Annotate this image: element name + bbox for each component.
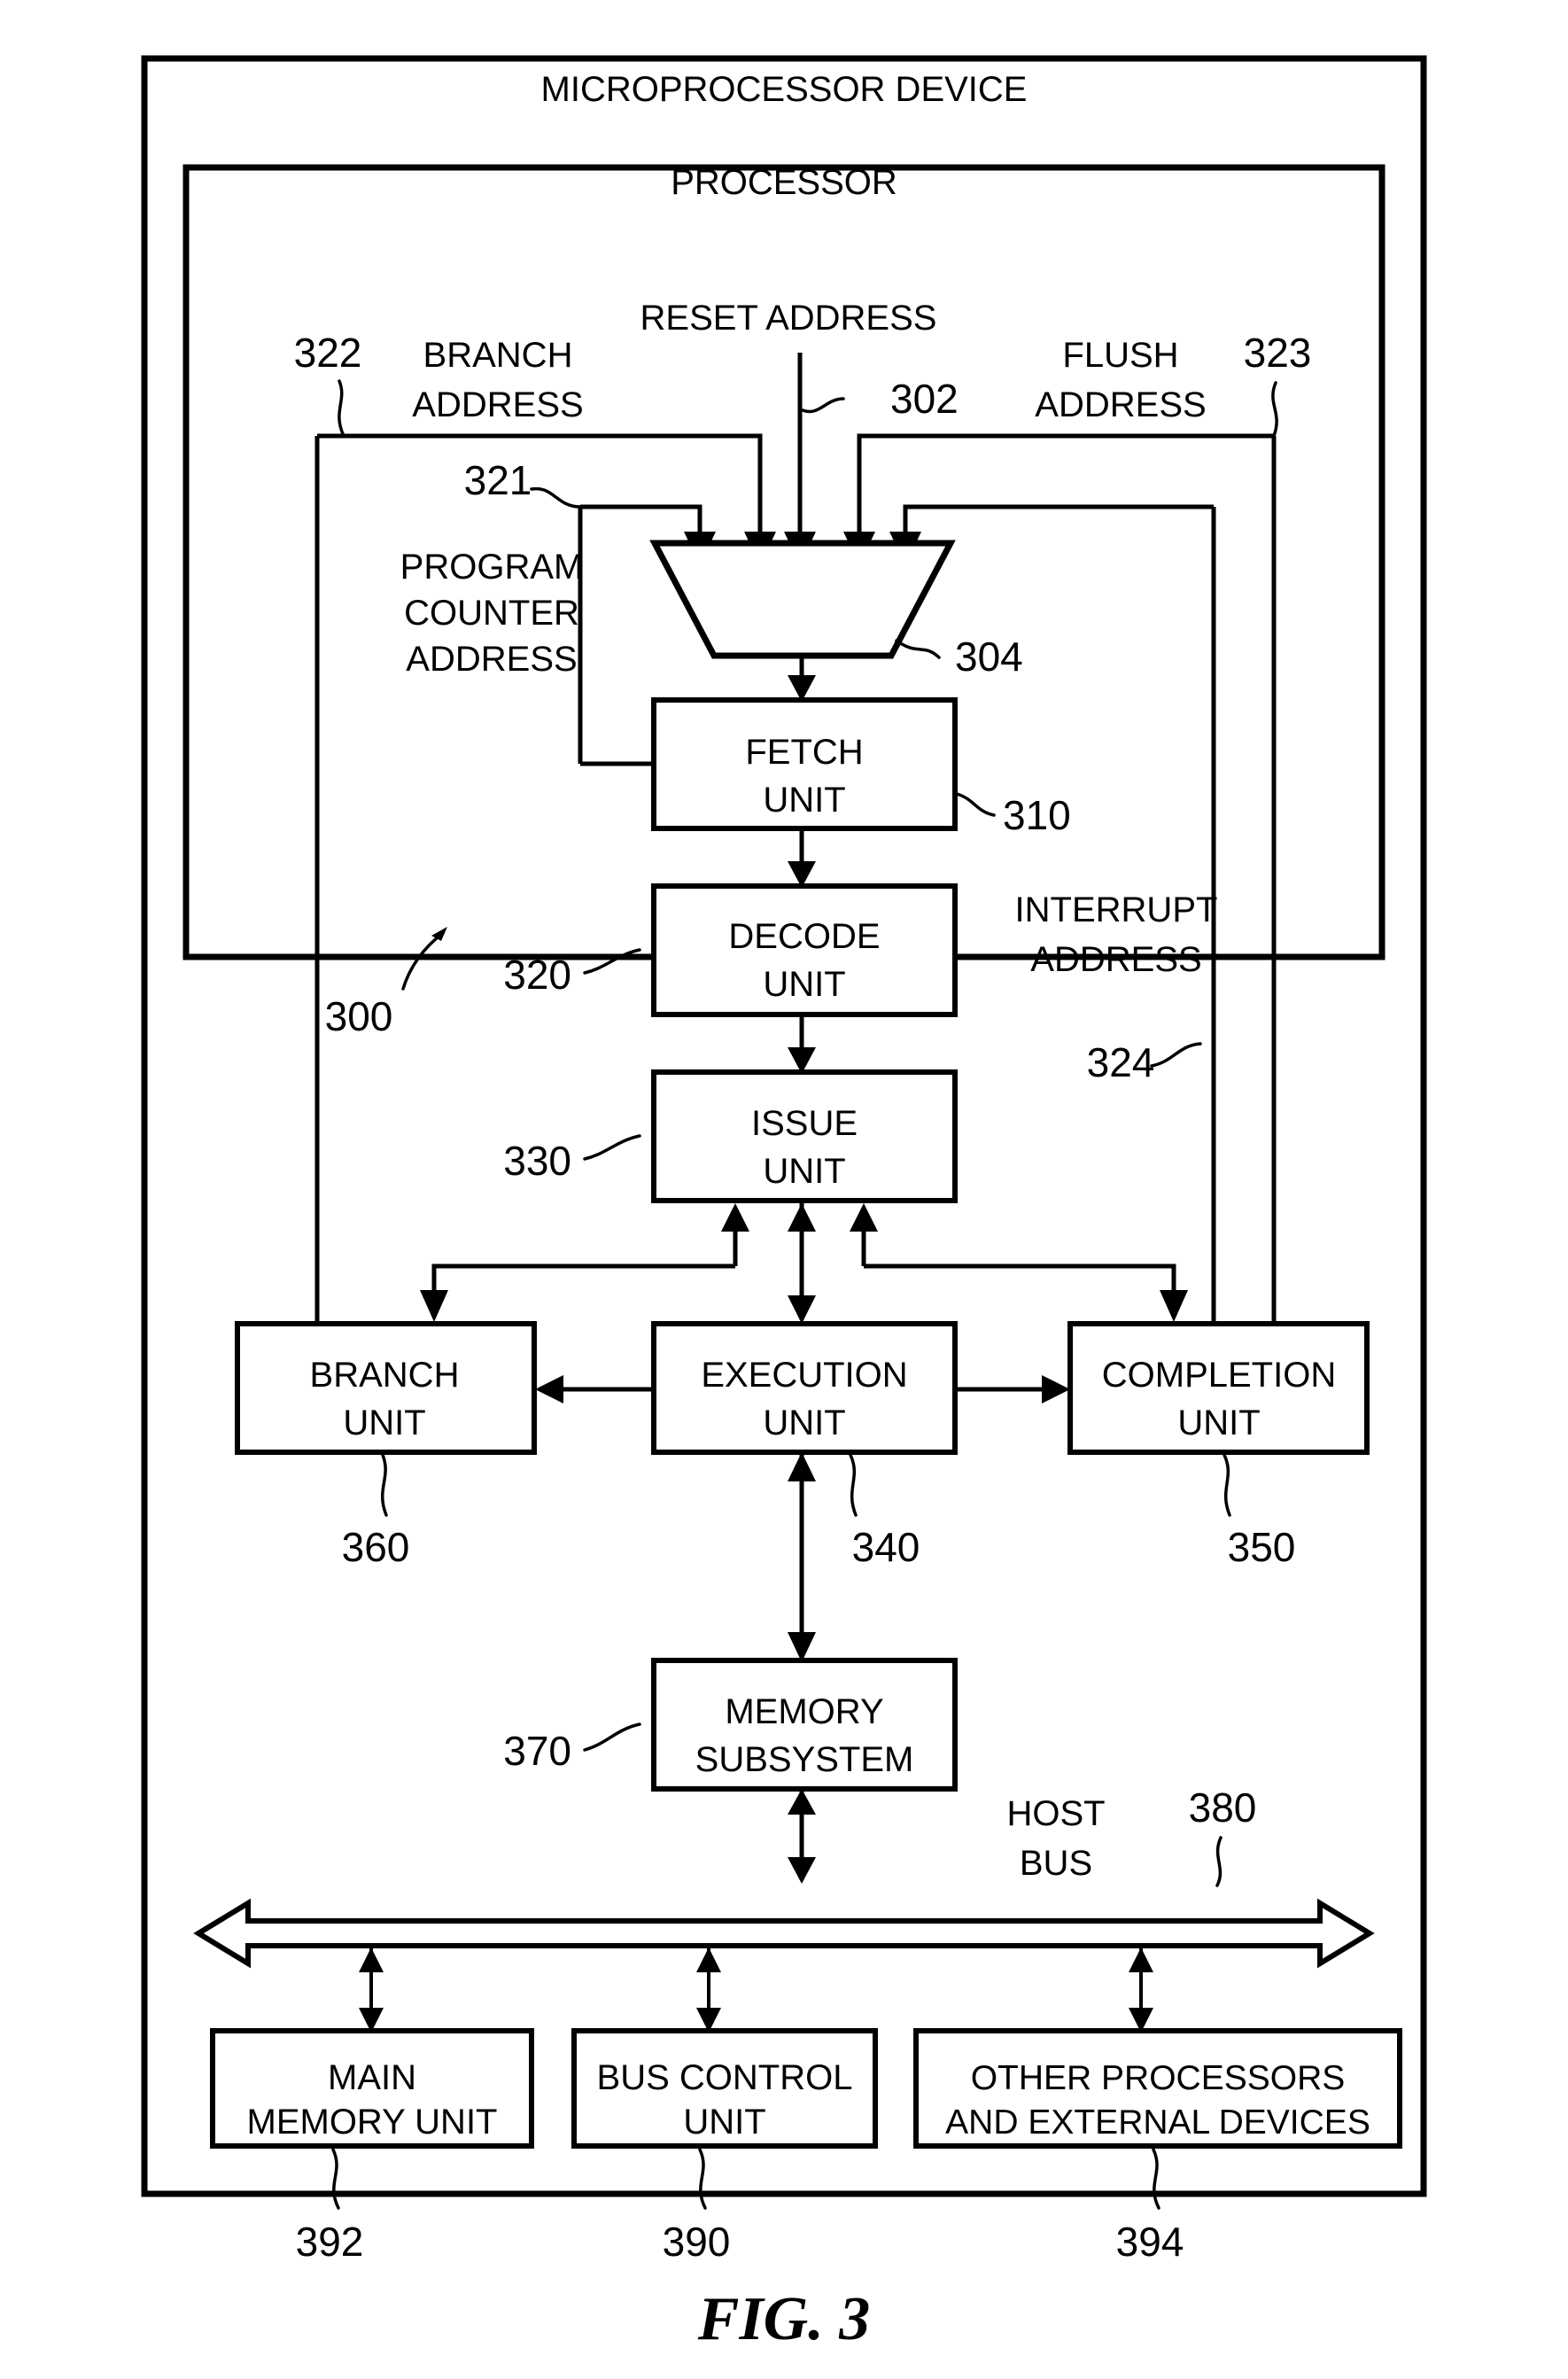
issue-unit-label-line1: ISSUE [751, 1104, 858, 1143]
issue-right-rail [864, 1263, 1176, 1290]
completion-unit-label-line2: UNIT [1177, 1403, 1260, 1442]
ref-324-label: 324 [1087, 1039, 1155, 1085]
patent-figure-page: MICROPROCESSOR DEVICE PROCESSOR 300 RESE… [0, 0, 1568, 2379]
fetch-unit-label-line2: UNIT [763, 781, 845, 820]
ref-390-label: 390 [663, 2219, 731, 2265]
branch-unit-label-line1: BRANCH [310, 1356, 460, 1395]
ref-360-leader [380, 1453, 388, 1517]
ref-323-leader [1271, 381, 1278, 438]
branch-address-label-line2: ADDRESS [412, 385, 583, 424]
ref-321-label: 321 [464, 457, 532, 503]
host-bus-label-line1: HOST [1006, 1794, 1105, 1833]
issue-left-rail [431, 1263, 735, 1290]
other-processors-label-line2: AND EXTERNAL DEVICES [945, 2103, 1370, 2142]
execution-to-completion-arrowhead [1042, 1375, 1070, 1403]
ref-304-label: 304 [955, 634, 1023, 680]
ref-394-label: 394 [1116, 2219, 1184, 2265]
ref-320-leader [583, 948, 641, 975]
ref-323-label: 323 [1244, 330, 1312, 376]
ref-370-leader [583, 1722, 641, 1752]
main-memory-unit-label-line2: MEMORY UNIT [247, 2103, 498, 2142]
bus-control-unit-label-line1: BUS CONTROL [597, 2058, 853, 2097]
ref-370-label: 370 [503, 1728, 571, 1774]
bus-control-unit-label-line2: UNIT [683, 2103, 765, 2142]
pc-address-route-top [580, 504, 702, 532]
pc-address-label-line1: PROGRAM [400, 548, 584, 587]
ref-350-leader [1223, 1453, 1231, 1517]
other-processors-label-line1: OTHER PROCESSORS [971, 2059, 1346, 2097]
processor-title: PROCESSOR [671, 163, 897, 202]
branch-address-label-line1: BRANCH [423, 336, 573, 375]
block-diagram-svg: MICROPROCESSOR DEVICE PROCESSOR 300 RESE… [141, 55, 1427, 2353]
interrupt-address-route-top [903, 504, 1214, 532]
multiplexer-304 [649, 540, 956, 659]
issue-in-left-arrowhead [721, 1203, 749, 1232]
figure-caption: FIG. 3 [697, 2285, 870, 2353]
ref-310-leader [955, 792, 996, 817]
branch-unit-label-line2: UNIT [343, 1403, 425, 1442]
issue-in-right-arrowhead [850, 1203, 878, 1232]
memory-subsystem-label-line2: SUBSYSTEM [695, 1740, 914, 1779]
ref-380-label: 380 [1189, 1784, 1257, 1831]
ref-304-leader [895, 639, 941, 659]
interrupt-address-label-line1: INTERRUPT [1015, 890, 1218, 929]
ref-322-leader [338, 379, 345, 438]
execution-memory-down-arrowhead [788, 1632, 816, 1662]
branch-address-route-top [317, 433, 763, 532]
ref-320-label: 320 [503, 952, 571, 998]
ref-392-label: 392 [296, 2219, 364, 2265]
decode-unit-label-line1: DECODE [728, 917, 880, 956]
memory-subsystem-label-line1: MEMORY [725, 1692, 883, 1731]
issue-unit-label-line2: UNIT [763, 1152, 845, 1191]
issue-execution-down-arrowhead [788, 1295, 816, 1324]
bus-to-bus-control-up-arrowhead [696, 1948, 721, 1972]
execution-to-branch-arrowhead [535, 1375, 563, 1403]
ref-321-leader [530, 486, 582, 509]
ref-302-label: 302 [890, 376, 959, 422]
flush-address-label-line2: ADDRESS [1035, 385, 1206, 424]
completion-unit-label-line1: COMPLETION [1102, 1356, 1336, 1395]
main-memory-unit-label-line1: MAIN [328, 2058, 416, 2097]
fetch-unit-label-line1: FETCH [745, 733, 863, 772]
flush-address-label-line1: FLUSH [1062, 336, 1178, 375]
ref-394-leader [1152, 2148, 1160, 2210]
pc-address-label-line3: ADDRESS [406, 640, 577, 679]
ref-302-leader [801, 397, 845, 414]
ref-340-label: 340 [852, 1524, 920, 1570]
ref-300-leader [401, 931, 445, 991]
execution-unit-label-line2: UNIT [763, 1403, 845, 1442]
memory-to-bus-up-arrowhead [788, 1789, 816, 1815]
ref-310-label: 310 [1003, 792, 1071, 838]
interrupt-address-label-line2: ADDRESS [1030, 940, 1201, 979]
ref-324-leader [1150, 1042, 1202, 1068]
decode-unit-label-line2: UNIT [763, 965, 845, 1004]
host-bus-label-line2: BUS [1020, 1844, 1092, 1883]
bus-to-other-processors-up-arrowhead [1129, 1948, 1153, 1972]
ref-340-leader [849, 1453, 858, 1517]
ref-360-label: 360 [342, 1524, 410, 1570]
ref-330-label: 330 [503, 1138, 571, 1184]
ref-390-leader [698, 2148, 707, 2210]
ref-322-label: 322 [294, 330, 362, 376]
memory-to-bus-down-arrowhead [788, 1857, 816, 1884]
bus-to-main-memory-up-arrowhead [359, 1948, 384, 1972]
pc-address-label-line2: COUNTER [404, 594, 579, 633]
reset-address-label: RESET ADDRESS [640, 299, 937, 338]
ref-350-label: 350 [1228, 1524, 1296, 1570]
ref-392-leader [331, 2148, 340, 2210]
microprocessor-device-title: MICROPROCESSOR DEVICE [541, 70, 1028, 109]
execution-memory-up-arrowhead [788, 1452, 816, 1481]
execution-unit-label-line1: EXECUTION [701, 1356, 907, 1395]
issue-left-rail-arrowhead [420, 1290, 448, 1322]
ref-300-label: 300 [325, 993, 393, 1039]
issue-execution-up-arrowhead [788, 1203, 816, 1232]
issue-right-rail-arrowhead [1160, 1290, 1188, 1322]
ref-330-leader [583, 1134, 641, 1161]
ref-380-leader [1215, 1836, 1223, 1887]
